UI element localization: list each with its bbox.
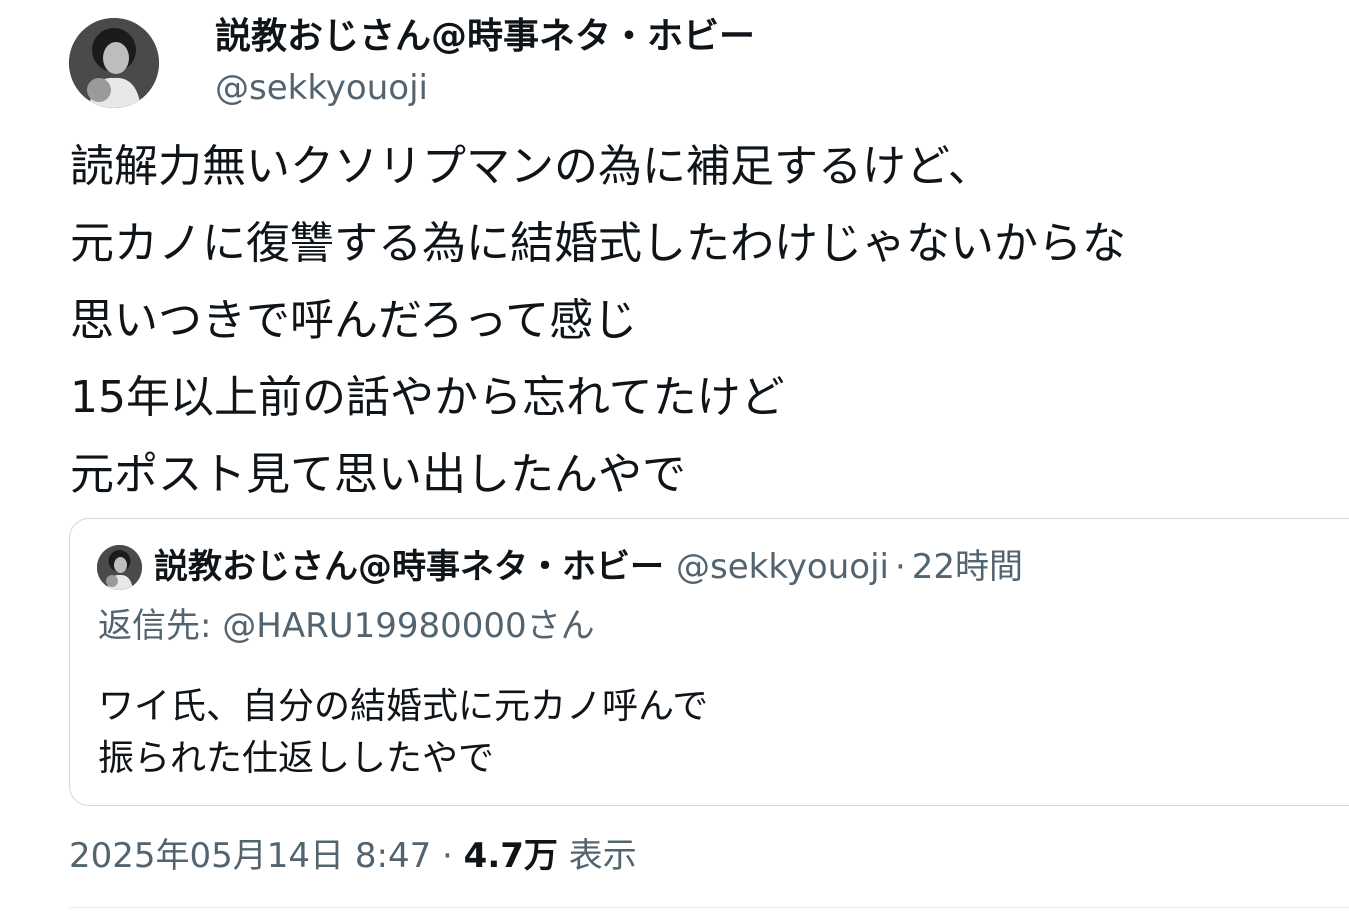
tweet-meta: 2025年05月14日 8:47 · 4.7万 表示 — [69, 832, 637, 880]
quoted-tweet-header: 説教おじさん@時事ネタ・ホビー @sekkyouoji · 22時間 — [97, 543, 1023, 591]
tweet-line: 読解力無いクソリプマンの為に補足するけど、 — [70, 141, 992, 192]
views-count: 4.7万 — [463, 836, 558, 876]
quoted-tweet-line: ワイ氏、自分の結婚式に元カノ呼んで — [98, 686, 709, 727]
tweet-line: 元カノに復讐する為に結婚式したわけじゃないからな — [70, 218, 1126, 269]
author-name[interactable]: 説教おじさん@時事ネタ・ホビー — [215, 14, 755, 60]
quoted-tweet-time: 22時間 — [911, 547, 1024, 587]
tweet-timestamp[interactable]: 2025年05月14日 8:47 — [69, 836, 431, 876]
separator-dot: · — [894, 547, 906, 587]
tweet-line: 思いつきで呼んだろって感じ — [70, 295, 638, 346]
quoted-tweet-text: ワイ氏、自分の結婚式に元カノ呼んで 振られた仕返ししたやで — [98, 681, 708, 785]
author-handle[interactable]: @sekkyouoji — [215, 66, 428, 110]
author-avatar[interactable] — [69, 18, 159, 108]
user-avatar-icon — [69, 18, 159, 108]
reply-to-label: 返信先: — [98, 606, 223, 646]
quoted-author-avatar — [97, 544, 142, 590]
quoted-tweet-line: 振られた仕返ししたやで — [98, 738, 495, 779]
views-label: 表示 — [568, 836, 637, 876]
tweet-line: 元ポスト見て思い出したんやで — [70, 449, 686, 500]
reply-to-handle: @HARU19980000さん — [222, 606, 595, 646]
reply-to-line: 返信先: @HARU19980000さん — [98, 603, 595, 649]
separator-dot: · — [442, 836, 453, 876]
tweet-text: 読解力無いクソリプマンの為に補足するけど、 元カノに復讐する為に結婚式したわけじ… — [70, 128, 1330, 513]
tweet-line: 15年以上前の話やから忘れてたけど — [70, 372, 785, 423]
quoted-author-name: 説教おじさん@時事ネタ・ホビー — [154, 547, 664, 587]
divider — [69, 907, 1349, 908]
quoted-tweet-card[interactable]: 説教おじさん@時事ネタ・ホビー @sekkyouoji · 22時間 返信先: … — [69, 518, 1349, 806]
quoted-author-handle: @sekkyouoji — [676, 547, 889, 587]
user-avatar-icon — [97, 544, 142, 590]
